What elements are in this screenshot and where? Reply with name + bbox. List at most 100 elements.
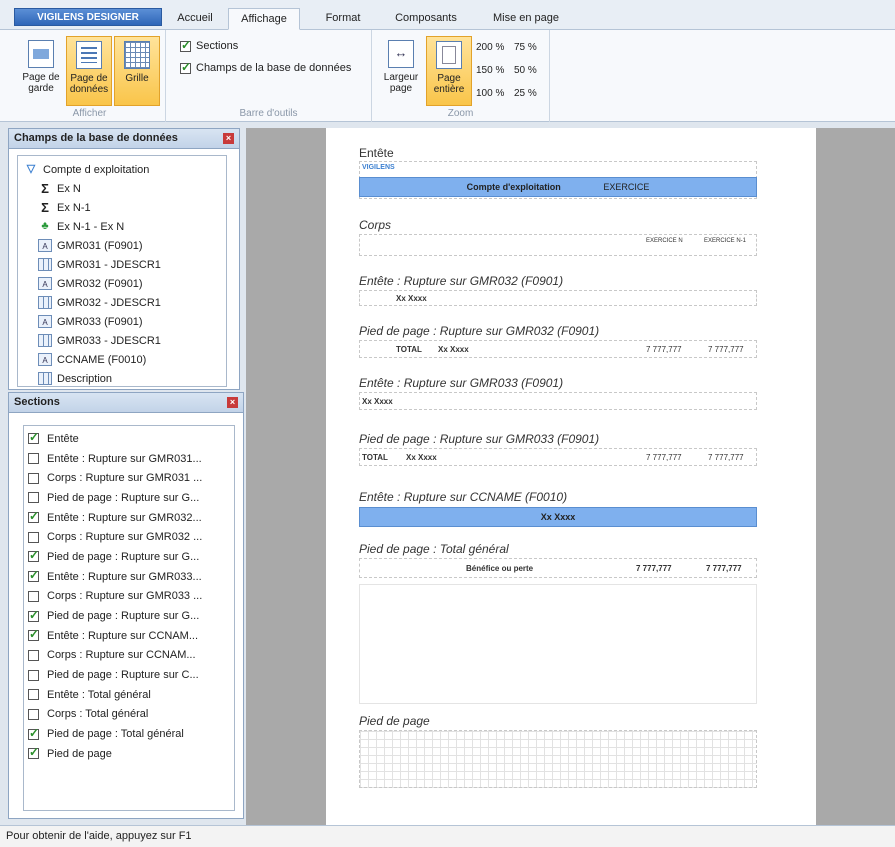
tab-accueil[interactable]: Accueil [170, 8, 220, 30]
checkbox-icon[interactable] [28, 548, 39, 563]
sections-panel-header: Sections × [9, 393, 243, 413]
section-item-label: Pied de page : Rupture sur G... [47, 491, 200, 504]
checkbox-icon[interactable] [180, 60, 191, 74]
report-page[interactable]: Entête VIGILENS Compte d'exploitation EX… [326, 128, 816, 825]
tree-item[interactable]: A GMR032 (F0901) [24, 274, 226, 293]
section-item[interactable]: Entête : Rupture sur GMR033... [28, 567, 234, 587]
header-band[interactable]: Compte d'exploitation EXERCICE [359, 177, 757, 197]
zoom-25[interactable]: 25 % [514, 88, 537, 99]
tree-item[interactable]: Description [24, 369, 226, 388]
checkbox-icon[interactable] [28, 509, 39, 524]
ccname-band[interactable]: Xx Xxxx [359, 507, 757, 527]
tree-item[interactable]: ▽ Compte d exploitation [24, 160, 226, 179]
tree-item[interactable]: A GMR031 (F0901) [24, 236, 226, 255]
zoom-150[interactable]: 150 % [476, 65, 504, 76]
checkbox-icon[interactable] [28, 608, 39, 622]
page-de-garde-button[interactable]: Page de garde [18, 36, 64, 106]
grille-button[interactable]: Grille [114, 36, 160, 106]
checkbox-icon[interactable] [180, 38, 191, 52]
tree-item-label: Ex N-1 - Ex N [57, 220, 125, 233]
sections-toggle[interactable]: Sections [180, 38, 239, 52]
tree-item[interactable]: GMR032 - JDESCR1 [24, 293, 226, 312]
tab-composants[interactable]: Composants [386, 8, 466, 30]
section-item[interactable]: Pied de page : Rupture sur G... [28, 488, 234, 508]
rupt033-band[interactable] [359, 392, 757, 410]
section-item-label: Entête : Rupture sur GMR033... [47, 570, 202, 583]
section-item-label: Pied de page : Rupture sur C... [47, 669, 199, 682]
checkbox-icon[interactable] [28, 453, 39, 465]
section-item[interactable]: Entête : Total général [28, 685, 234, 705]
section-item[interactable]: Entête : Rupture sur CCNAM... [28, 626, 234, 646]
checkbox-icon[interactable] [28, 669, 39, 681]
zoom-50[interactable]: 50 % [514, 65, 537, 76]
close-icon[interactable]: × [223, 133, 234, 144]
section-title: Entête : Rupture sur CCNAME (F0010) [359, 490, 568, 504]
section-item[interactable]: Entête : Rupture sur GMR031... [28, 449, 234, 469]
section-item[interactable]: Corps : Rupture sur GMR032 ... [28, 527, 234, 547]
section-item[interactable]: Corps : Rupture sur GMR031 ... [28, 468, 234, 488]
tree-item[interactable]: Σ Ex N [24, 179, 226, 198]
checkbox-icon[interactable] [28, 492, 39, 504]
checkbox-icon[interactable] [28, 745, 39, 760]
tree-item[interactable]: Σ Ex N-1 [24, 198, 226, 217]
checkbox-icon[interactable] [28, 627, 39, 642]
section-item[interactable]: Pied de page : Rupture sur G... [28, 606, 234, 626]
empty-band[interactable] [359, 584, 757, 704]
tab-format[interactable]: Format [318, 8, 368, 30]
section-title: Pied de page : Rupture sur GMR033 (F0901… [359, 432, 600, 446]
header-band-extra: EXERCICE [603, 182, 650, 192]
close-icon[interactable]: × [227, 397, 238, 408]
section-item[interactable]: Entête : Rupture sur GMR032... [28, 508, 234, 528]
zoom-75[interactable]: 75 % [514, 42, 537, 53]
ribbon-panel: Page de garde Page de données Grille Aff… [0, 30, 895, 122]
checkbox-icon[interactable] [28, 430, 39, 445]
checkbox-icon[interactable] [28, 472, 39, 484]
section-item[interactable]: Corps : Rupture sur CCNAM... [28, 646, 234, 666]
sections-panel-title: Sections [14, 396, 60, 408]
checkbox-icon[interactable] [28, 649, 39, 661]
tab-mise-en-page[interactable]: Mise en page [484, 8, 568, 30]
tree-item[interactable]: A CCNAME (F0010) [24, 350, 226, 369]
page-de-donnees-button[interactable]: Page de données [66, 36, 112, 106]
total-cell: 7 777,777 [706, 564, 742, 573]
largeur-page-button[interactable]: Largeur page [378, 36, 424, 106]
section-item-label: Corps : Rupture sur CCNAM... [47, 649, 196, 662]
page-entiere-button[interactable]: Page entière [426, 36, 472, 106]
checkbox-icon[interactable] [28, 590, 39, 602]
corps-cell: EXERCICE N-1 [704, 238, 747, 244]
tree-item-label: GMR032 (F0901) [57, 277, 143, 290]
section-item[interactable]: Pied de page : Rupture sur C... [28, 665, 234, 685]
checkbox-icon[interactable] [28, 568, 39, 583]
total-band[interactable] [359, 558, 757, 578]
footer-band[interactable] [359, 730, 757, 788]
section-item[interactable]: Pied de page : Total général [28, 724, 234, 744]
tree-item[interactable]: A GMR033 (F0901) [24, 312, 226, 331]
tree-item[interactable]: GMR031 - JDESCR1 [24, 255, 226, 274]
checkbox-icon[interactable] [28, 689, 39, 701]
fields-toggle[interactable]: Champs de la base de données [180, 60, 351, 74]
section-item[interactable]: Pied de page : Rupture sur G... [28, 547, 234, 567]
plant-icon: ♣ [41, 220, 49, 232]
section-item[interactable]: Corps : Rupture sur GMR033 ... [28, 587, 234, 607]
tree-item[interactable]: ♣ Ex N-1 - Ex N [24, 217, 226, 236]
whole-page-icon [436, 41, 462, 69]
app-menu-button[interactable]: VIGILENS DESIGNER [14, 8, 162, 26]
pied032-cell: Xx Xxxx [438, 345, 469, 354]
group-zoom: Largeur page Page entière 200 % 75 % 150… [372, 30, 550, 122]
page-de-garde-label: Page de garde [22, 72, 60, 94]
zoom-100[interactable]: 100 % [476, 88, 504, 99]
tab-affichage[interactable]: Affichage [228, 8, 300, 30]
checkbox-icon[interactable] [28, 708, 39, 720]
fields-panel: Champs de la base de données × ▽ Compte d… [8, 128, 240, 390]
checkbox-icon[interactable] [28, 726, 39, 740]
sections-toggle-label: Sections [196, 40, 239, 52]
section-item[interactable]: Entête [28, 429, 234, 449]
zoom-200[interactable]: 200 % [476, 42, 504, 53]
section-item-label: Corps : Rupture sur GMR033 ... [47, 590, 203, 603]
section-item[interactable]: Pied de page [28, 744, 234, 764]
tree-item[interactable]: GMR033 - JDESCR1 [24, 331, 226, 350]
tree-item-label: CCNAME (F0010) [57, 353, 147, 366]
corps-band[interactable] [359, 234, 757, 256]
section-item[interactable]: Corps : Total général [28, 705, 234, 725]
checkbox-icon[interactable] [28, 531, 39, 543]
